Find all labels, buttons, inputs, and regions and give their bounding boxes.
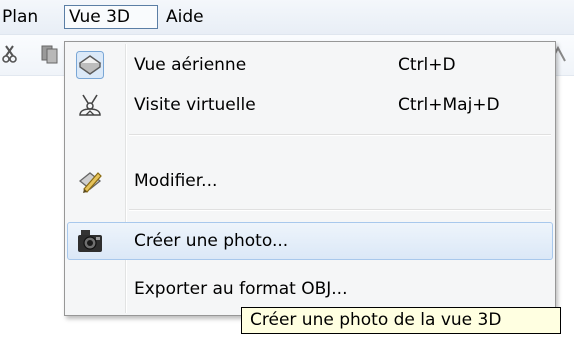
menu-separator	[129, 134, 551, 136]
tooltip: Créer une photo de la vue 3D	[241, 307, 561, 334]
menu-item-export-obj[interactable]: Exporter au format OBJ...	[67, 270, 553, 308]
camera-icon	[76, 227, 104, 255]
menu-item-label: Modifier...	[134, 171, 218, 191]
edit-3d-icon	[76, 167, 104, 195]
application-window: Plan Vue 3D Aide Vue aérienne Ctrl+D Vis…	[0, 0, 574, 338]
menu-item-label: Visite virtuelle	[134, 95, 256, 115]
menu-item-label: Vue aérienne	[134, 55, 247, 75]
virtual-visit-icon	[76, 91, 104, 119]
menu-item-label: Créer une photo...	[134, 231, 289, 251]
menu-item-shortcut: Ctrl+D	[398, 55, 456, 75]
menu-aide[interactable]: Aide	[162, 5, 222, 29]
vue-3d-dropdown-menu: Vue aérienne Ctrl+D Visite virtuelle Ctr…	[64, 41, 556, 316]
menu-separator	[129, 209, 551, 211]
menu-item-create-photo[interactable]: Créer une photo...	[67, 222, 553, 260]
menu-plan[interactable]: Plan	[0, 5, 62, 29]
menu-item-label: Exporter au format OBJ...	[134, 279, 348, 299]
menu-item-shortcut: Ctrl+Maj+D	[398, 95, 500, 115]
menu-bar: Plan Vue 3D Aide	[0, 0, 574, 35]
menu-item-modify[interactable]: Modifier...	[67, 162, 553, 200]
copy-icon[interactable]	[40, 43, 60, 65]
menu-item-aerial-view[interactable]: Vue aérienne Ctrl+D	[67, 46, 553, 84]
cut-icon[interactable]	[2, 43, 22, 65]
menu-vue-3d[interactable]: Vue 3D	[64, 5, 158, 29]
aerial-view-icon	[76, 51, 104, 79]
menu-item-virtual-visit[interactable]: Visite virtuelle Ctrl+Maj+D	[67, 86, 553, 124]
